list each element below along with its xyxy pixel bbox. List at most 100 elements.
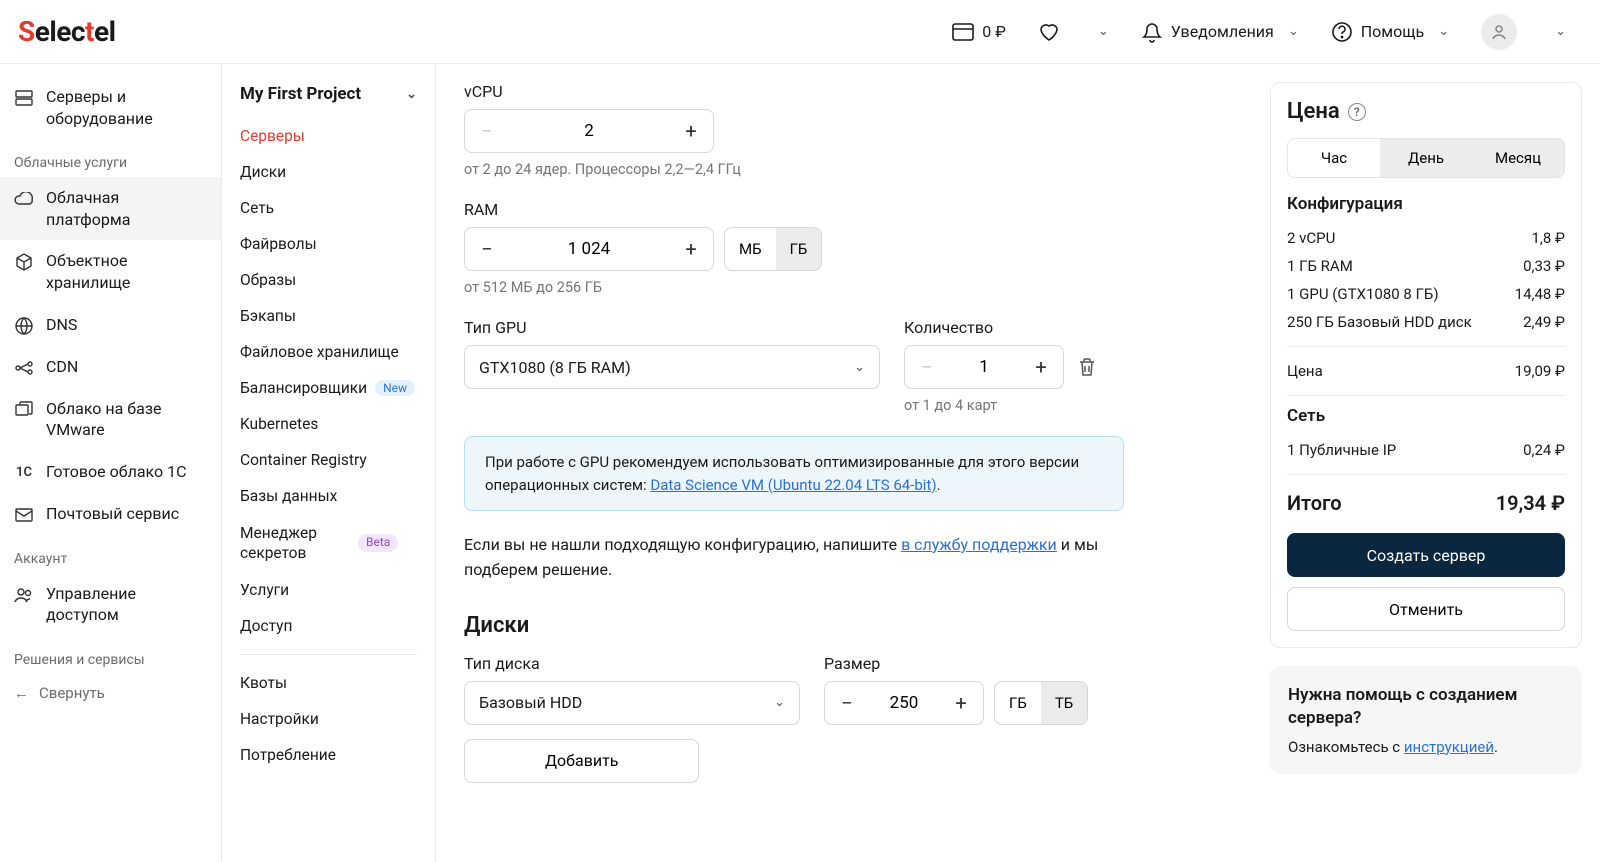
sidebar2-item-images[interactable]: Образы [222,262,435,298]
collapse-sidebar[interactable]: ← Свернуть [0,674,221,712]
chevron-down-icon: ⌄ [854,360,865,375]
sidebar2-item-disks[interactable]: Диски [222,154,435,190]
sidebar-item-label: Сеть [240,199,274,217]
vcpu-input[interactable] [509,121,669,141]
sidebar2-item-filestorage[interactable]: Файловое хранилище [222,334,435,370]
help-link[interactable]: инструкцией [1404,738,1494,756]
sidebar2-item-secrets[interactable]: Менеджер секретовBeta [222,514,435,572]
gpu-qty-plus[interactable]: + [1019,346,1063,388]
sidebar2-item-quotas[interactable]: Квоты [222,665,435,701]
disk-unit-toggle[interactable]: ГБ ТБ [994,681,1088,725]
ram-minus[interactable]: − [465,228,509,270]
disk-unit-tb[interactable]: ТБ [1041,682,1087,724]
tab-day[interactable]: День [1380,139,1472,177]
help-icon[interactable]: ? [1348,103,1366,121]
arrow-left-icon: ← [14,684,29,702]
ram-stepper[interactable]: − + [464,227,714,271]
avatar [1481,14,1517,50]
vcpu-minus[interactable]: − [465,110,509,152]
sidebar2-item-backups[interactable]: Бэкапы [222,298,435,334]
gpu-qty-minus[interactable]: − [905,346,949,388]
price-row: 250 ГБ Базовый HDD диск2,49 ₽ [1287,308,1565,336]
sidebar1-item-access[interactable]: Управление доступом [0,573,221,636]
chevron-down-icon: ⌄ [1438,24,1449,39]
dropdown-2[interactable]: ⌄ [1533,0,1582,64]
help[interactable]: Помощь ⌄ [1315,0,1465,64]
globe-icon [14,316,34,336]
sidebar1-item-mail[interactable]: Почтовый сервис [0,493,221,535]
trash-icon[interactable] [1078,357,1098,377]
vcpu-stepper[interactable]: − + [464,109,714,153]
sidebar1-item-servers-hw[interactable]: Серверы и оборудование [0,76,221,139]
sidebar2-item-consumption[interactable]: Потребление [222,737,435,773]
sidebar1-item-cloud-platform[interactable]: Облачная платформа [0,177,221,240]
sidebar2-item-servers[interactable]: Серверы [222,118,435,154]
ram-input[interactable] [509,239,669,259]
divider [1287,474,1565,475]
sidebar2-item-access[interactable]: Доступ [222,608,435,644]
balance[interactable]: 0 ₽ [936,0,1022,64]
support-link[interactable]: в службу поддержки [901,535,1057,554]
create-server-button[interactable]: Создать сервер [1287,533,1565,577]
vcpu-plus[interactable]: + [669,110,713,152]
divider [1287,395,1565,396]
tab-month[interactable]: Месяц [1472,139,1564,177]
disk-size-minus[interactable]: − [825,682,869,724]
project-selector[interactable]: My First Project ⌄ [222,78,435,118]
price-period-tabs[interactable]: Час День Месяц [1287,138,1565,178]
divider [1287,346,1565,347]
sidebar-item-label: Облако на базе VMware [46,398,207,441]
sidebar1-item-vmware[interactable]: Облако на базе VMware [0,388,221,451]
sidebar1-item-cdn[interactable]: CDN [0,346,221,388]
price-row: 1 GPU (GTX1080 8 ГБ)14,48 ₽ [1287,280,1565,308]
sidebar2-item-balancers[interactable]: БалансировщикиNew [222,370,435,406]
sidebar-item-label: Потребление [240,746,336,764]
ram-unit-mb[interactable]: МБ [725,228,776,270]
gpu-qty-stepper[interactable]: − + [904,345,1064,389]
info-link[interactable]: Data Science VM (Ubuntu 22.04 LTS 64-bit… [650,476,936,494]
sidebar-item-label: Серверы и оборудование [46,86,207,129]
disk-size-stepper[interactable]: − + [824,681,984,725]
gpu-type-select[interactable]: GTX1080 (8 ГБ RAM) ⌄ [464,345,880,389]
dropdown-1[interactable]: ⌄ [1076,0,1125,64]
sidebar-item-label: Диски [240,163,286,181]
disk-unit-gb[interactable]: ГБ [995,682,1041,724]
favorite[interactable] [1022,0,1076,64]
disk-size-input[interactable] [869,693,939,713]
sidebar2-item-services[interactable]: Услуги [222,572,435,608]
sidebar1-item-dns[interactable]: DNS [0,304,221,346]
ram-unit-gb[interactable]: ГБ [776,228,822,270]
sidebar2-item-firewalls[interactable]: Файрволы [222,226,435,262]
notifications[interactable]: Уведомления ⌄ [1125,0,1315,64]
tab-hour[interactable]: Час [1288,139,1380,177]
gpu-qty-input[interactable] [949,357,1019,377]
sidebar1-item-1c[interactable]: 1C Готовое облако 1С [0,451,221,493]
logo[interactable]: Selectel [18,15,116,48]
gpu-type-value: GTX1080 (8 ГБ RAM) [479,358,631,377]
sidebar2-item-registry[interactable]: Container Registry [222,442,435,478]
chevron-down-icon: ⌄ [1098,24,1109,39]
disk-size-plus[interactable]: + [939,682,983,724]
cancel-button[interactable]: Отменить [1287,587,1565,631]
sidebar2-item-network[interactable]: Сеть [222,190,435,226]
support-text1: Если вы не нашли подходящую конфигурацию… [464,535,901,554]
sidebar-item-label: Container Registry [240,451,367,469]
ram-plus[interactable]: + [669,228,713,270]
sidebar-item-label: Файрволы [240,235,317,253]
price-row: 1 Публичные IP0,24 ₽ [1287,436,1565,464]
sidebar-item-label: Почтовый сервис [46,503,179,525]
ram-unit-toggle[interactable]: МБ ГБ [724,227,822,271]
sidebar-item-label: Управление доступом [46,583,207,626]
sidebar2-item-settings[interactable]: Настройки [222,701,435,737]
sidebar2-item-db[interactable]: Базы данных [222,478,435,514]
sidebar-item-label: Доступ [240,617,292,635]
add-disk-button[interactable]: Добавить [464,739,699,783]
account-menu[interactable] [1465,0,1533,64]
sidebar1-item-object-storage[interactable]: Объектное хранилище [0,240,221,303]
layers-icon [14,400,34,420]
help-icon [1331,21,1353,43]
disk-type-select[interactable]: Базовый HDD ⌄ [464,681,800,725]
project-name: My First Project [240,84,361,104]
users-icon [14,585,34,605]
sidebar2-item-k8s[interactable]: Kubernetes [222,406,435,442]
